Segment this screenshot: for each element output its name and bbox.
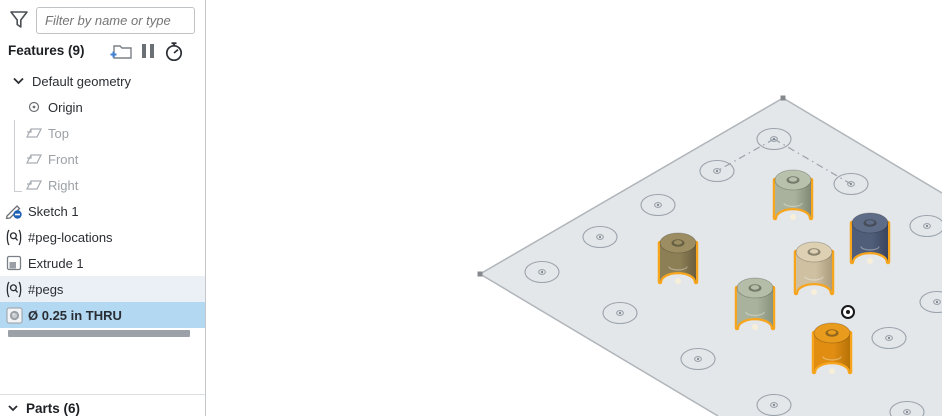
tree-item-top[interactable]: Top <box>0 120 206 146</box>
hole-icon <box>4 307 24 324</box>
peg-orange-dimple-inner <box>828 330 836 335</box>
chevron-down-icon <box>8 405 18 413</box>
tree-item-label: Ø 0.25 in THRU <box>28 308 122 323</box>
peg-sage-lower-dimple-inner <box>751 285 759 290</box>
stopwatch-icon[interactable] <box>163 41 185 68</box>
onshape-app: { "left_panel": { "filter_placeholder": … <box>0 0 942 416</box>
hole-center-dot <box>657 204 659 206</box>
feature-panel: Features (9) Default geometry Origin Top Fr… <box>0 0 206 416</box>
origin-icon <box>24 101 44 113</box>
tree-item-sketch-1[interactable]: Sketch 1 <box>0 198 206 224</box>
parts-divider <box>0 394 206 395</box>
origin-marker-dot <box>846 310 850 314</box>
hole-center-dot <box>599 236 601 238</box>
plane-icon <box>24 178 44 192</box>
tree-item-label: Origin <box>48 100 83 115</box>
hole-center-dot <box>773 138 775 140</box>
tree-item-label: #pegs <box>28 282 63 297</box>
suppress-pause-icon[interactable] <box>140 41 156 66</box>
hole-center-dot <box>936 301 938 303</box>
hole-center-dot <box>906 411 908 413</box>
model-scene[interactable] <box>206 0 942 416</box>
peg-olive-dimple-inner <box>674 240 682 245</box>
parts-title: Parts (6) <box>26 401 80 416</box>
tree-item-label: Extrude 1 <box>28 256 84 271</box>
tree-item-label: Sketch 1 <box>28 204 79 219</box>
graphics-viewport[interactable] <box>206 0 942 416</box>
tree-item-front[interactable]: Front <box>0 146 206 172</box>
tree-item-origin[interactable]: Origin <box>0 94 206 120</box>
peg-sage-upper-dimple-inner <box>789 177 797 182</box>
peg-sage-upper-front-dot <box>790 214 796 220</box>
peg-orange-front-dot <box>829 368 835 374</box>
peg-navy-dimple-inner <box>866 220 874 225</box>
filter-funnel-icon[interactable] <box>9 9 29 36</box>
tree-item-label: #peg-locations <box>28 230 113 245</box>
peg-navy-front-dot <box>867 258 873 264</box>
rollback-bar[interactable] <box>8 330 190 337</box>
hole-center-dot <box>541 271 543 273</box>
tree-group-connector <box>14 120 22 192</box>
hole-center-dot <box>716 170 718 172</box>
base-plate[interactable] <box>480 98 942 416</box>
hole-center-dot <box>926 225 928 227</box>
hole-center-dot <box>697 358 699 360</box>
chevron-down-icon[interactable] <box>8 77 28 85</box>
parts-header[interactable]: Parts (6) <box>8 401 80 416</box>
hole-center-dot <box>850 183 852 185</box>
features-title: Features (9) <box>8 43 85 58</box>
plane-icon <box>24 126 44 140</box>
peg-tan-dimple-inner <box>810 249 818 254</box>
query-icon <box>4 229 24 246</box>
feature-tree: Default geometry Origin Top Front Right Sketc… <box>0 68 206 328</box>
plate-vertex <box>781 96 786 101</box>
add-folder-icon[interactable] <box>110 41 134 66</box>
query-icon <box>4 281 24 298</box>
peg-olive-front-dot <box>675 278 681 284</box>
tree-item-right[interactable]: Right <box>0 172 206 198</box>
tree-item-0-25-in-thru[interactable]: Ø 0.25 in THRU <box>0 302 206 328</box>
tree-item-default-geometry[interactable]: Default geometry <box>0 68 206 94</box>
tree-item-pegs[interactable]: #pegs <box>0 276 206 302</box>
plane-icon <box>24 152 44 166</box>
tree-item-label: Default geometry <box>32 74 131 89</box>
plate-vertex <box>478 272 483 277</box>
peg-tan-front-dot <box>811 289 817 295</box>
filter-input[interactable] <box>36 7 195 34</box>
tree-item-label: Right <box>48 178 78 193</box>
tree-item-label: Top <box>48 126 69 141</box>
hole-center-dot <box>619 312 621 314</box>
peg-sage-lower-front-dot <box>752 324 758 330</box>
hole-center-dot <box>773 404 775 406</box>
extrude-icon <box>4 255 24 271</box>
hole-center-dot <box>888 337 890 339</box>
tree-item-label: Front <box>48 152 78 167</box>
tree-item-extrude-1[interactable]: Extrude 1 <box>0 250 206 276</box>
tree-item-peg-locations[interactable]: #peg-locations <box>0 224 206 250</box>
sketch-icon <box>4 203 24 219</box>
